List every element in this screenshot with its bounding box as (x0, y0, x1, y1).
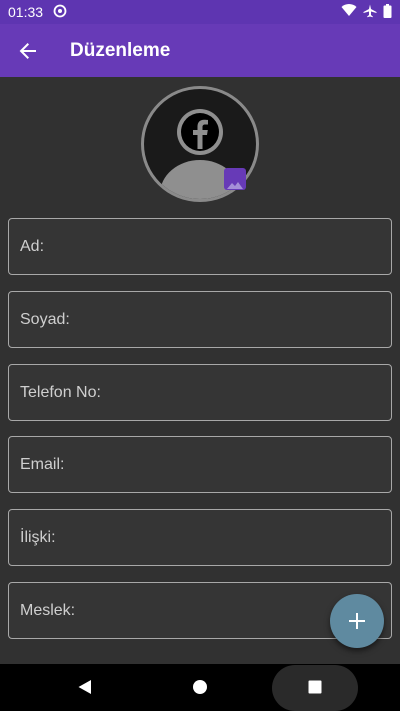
nav-recents-button[interactable] (300, 672, 330, 702)
occupation-field-label: Meslek: (20, 601, 76, 619)
phone-field-label: Telefon No: (20, 383, 101, 401)
edit-form: Ad: Soyad: Telefon No: Email: İlişki: Me… (0, 77, 400, 664)
data-saver-icon (53, 4, 67, 21)
avatar[interactable] (141, 86, 259, 202)
email-field-label: Email: (20, 455, 65, 473)
nav-back-button[interactable] (70, 672, 100, 702)
email-field[interactable]: Email: (8, 436, 392, 493)
status-bar: 01:33 (0, 0, 400, 24)
plus-icon (349, 613, 365, 629)
airplane-icon (363, 4, 377, 21)
arrow-back-icon (19, 42, 36, 59)
relation-field-label: İlişki: (20, 528, 56, 546)
home-circle-icon (193, 680, 207, 694)
recents-square-icon (308, 680, 322, 694)
wifi-icon (341, 4, 357, 20)
page-title: Düzenleme (70, 39, 171, 61)
back-button[interactable] (0, 24, 56, 77)
app-bar: Düzenleme (0, 24, 400, 77)
add-button[interactable] (330, 594, 384, 648)
back-triangle-icon (78, 680, 91, 694)
battery-icon (383, 3, 392, 21)
phone-field[interactable]: Telefon No: (8, 364, 392, 421)
name-field[interactable]: Ad: (8, 218, 392, 275)
nav-home-button[interactable] (185, 672, 215, 702)
status-time: 01:33 (8, 4, 44, 20)
name-field-label: Ad: (20, 237, 45, 255)
system-nav-bar (0, 664, 400, 711)
surname-field-label: Soyad: (20, 310, 70, 328)
surname-field[interactable]: Soyad: (8, 291, 392, 348)
relation-field[interactable]: İlişki: (8, 509, 392, 566)
image-icon[interactable] (224, 168, 246, 190)
